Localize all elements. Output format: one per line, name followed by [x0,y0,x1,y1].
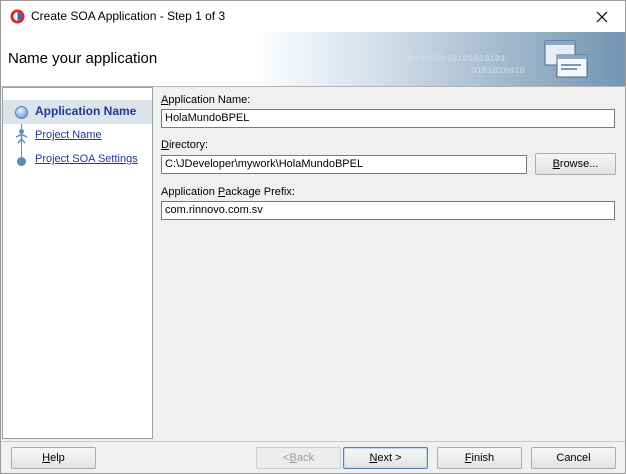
pending-step-icon [17,157,26,166]
package-prefix-input[interactable]: com.rinnovo.com.sv [161,201,615,220]
finish-button[interactable]: Finish [437,447,522,469]
application-name-input[interactable]: HolaMundoBPEL [161,109,615,128]
wizard-windows-icon [544,40,588,78]
window-title: Create SOA Application - Step 1 of 3 [31,9,226,23]
close-button[interactable] [579,1,625,32]
package-prefix-label: Application Package Prefix: [161,186,295,198]
browse-button[interactable]: Browse... [535,153,616,175]
next-button[interactable]: Next > [343,447,428,469]
step-application-name[interactable]: Application Name [3,100,152,124]
footer-divider [1,441,625,442]
oracle-app-icon [10,9,25,24]
step-project-soa-settings[interactable]: Project SOA Settings [3,148,152,172]
directory-label: Directory: [161,139,209,151]
step-label: Application Name [35,104,137,118]
application-name-label: Application Name: [161,94,251,106]
title-bar: Create SOA Application - Step 1 of 3 [1,1,625,32]
wizard-steps-panel: Application Name Project Name Project SO… [2,87,153,439]
cancel-button[interactable]: Cancel [531,447,616,469]
banner-binary-decoration-2: 0101010010 [471,66,526,76]
step-label: Project SOA Settings [35,153,138,165]
banner-binary-decoration: 010101010101010101010101 [376,54,506,64]
directory-input[interactable]: C:\JDeveloper\mywork\HolaMundoBPEL [161,155,527,174]
form-panel: Application Name: HolaMundoBPEL Director… [153,87,625,442]
help-button[interactable]: Help [11,447,96,469]
step-figure-icon [15,129,28,144]
close-icon [596,11,608,22]
back-button[interactable]: < Back [256,447,341,469]
page-title: Name your application [8,50,158,67]
dialog-window: Create SOA Application - Step 1 of 3 Nam… [0,0,626,474]
header-banner: Name your application 010101010101010101… [1,32,625,87]
step-label: Project Name [35,129,102,141]
current-step-icon [15,106,28,119]
step-project-name[interactable]: Project Name [3,124,152,148]
